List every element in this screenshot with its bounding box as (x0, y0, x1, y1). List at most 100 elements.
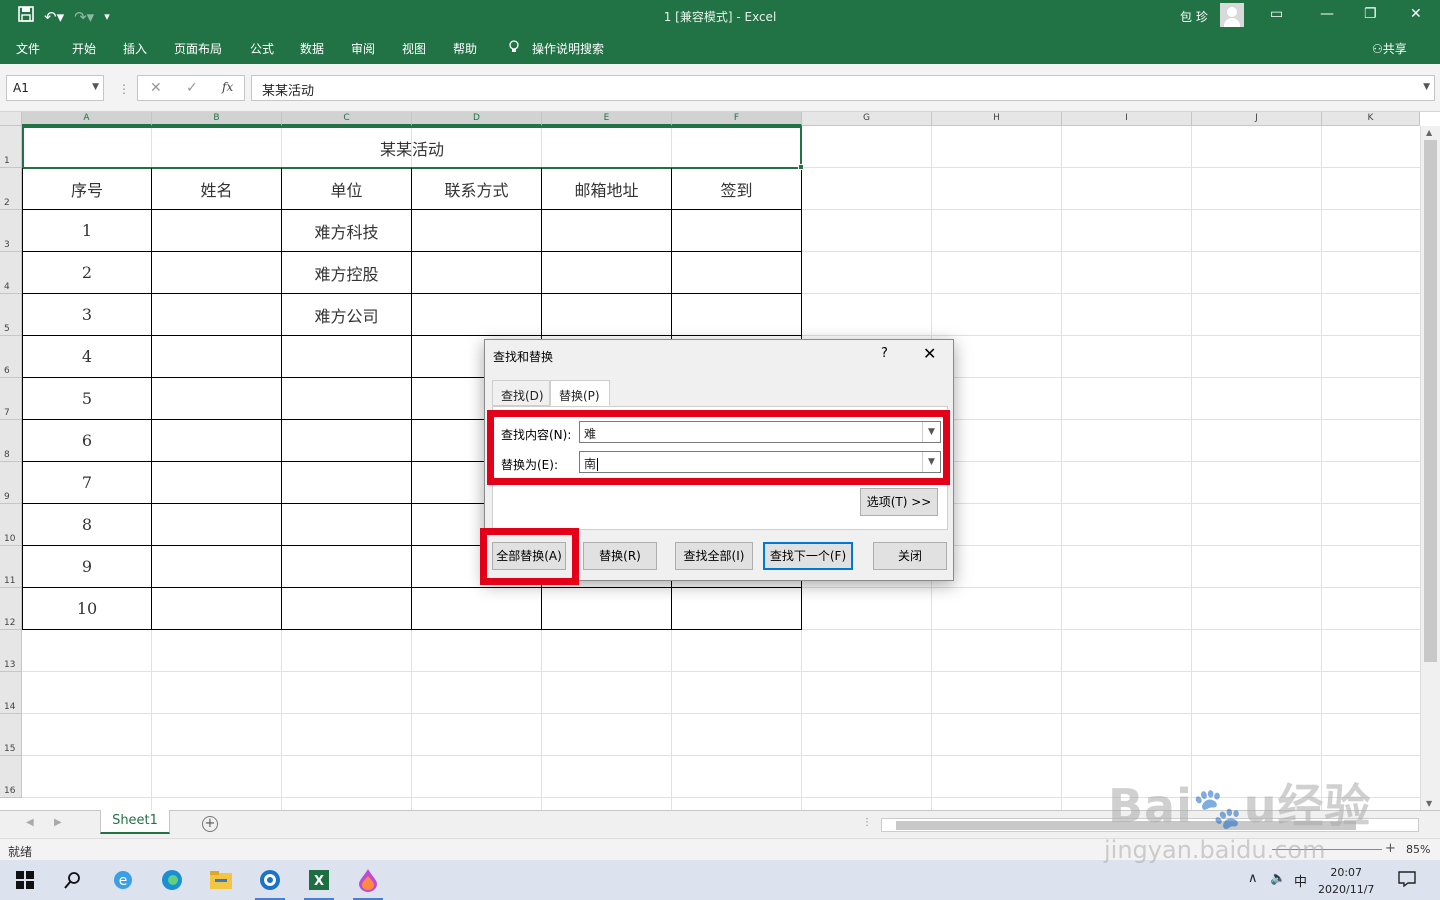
table-cell[interactable] (412, 294, 542, 336)
row-header-6[interactable]: 6 (0, 336, 22, 378)
table-cell[interactable] (282, 462, 412, 504)
table-cell[interactable]: 7 (22, 462, 152, 504)
select-all-corner[interactable] (0, 112, 22, 126)
table-header-cell[interactable]: 单位 (282, 168, 412, 210)
table-header-cell[interactable]: 邮箱地址 (542, 168, 672, 210)
zoom-level[interactable]: 85% (1406, 843, 1430, 856)
name-box[interactable]: A1 ▼ (6, 75, 104, 101)
table-cell[interactable] (152, 588, 282, 630)
vertical-scrollbar[interactable]: ▲ ▼ (1420, 126, 1440, 810)
row-header-15[interactable]: 15 (0, 714, 22, 756)
menu-review[interactable]: 审阅 (351, 40, 375, 57)
file-explorer-icon[interactable] (206, 866, 236, 894)
table-header-cell[interactable]: 联系方式 (412, 168, 542, 210)
replace-button[interactable]: 替换(R) (583, 542, 657, 570)
row-header-4[interactable]: 4 (0, 252, 22, 294)
row-header-9[interactable]: 9 (0, 462, 22, 504)
column-header-a[interactable]: A (22, 112, 152, 126)
table-cell[interactable] (412, 210, 542, 252)
find-all-button[interactable]: 查找全部(I) (675, 542, 753, 570)
replace-all-button[interactable]: 全部替换(A) (492, 542, 566, 570)
menu-insert[interactable]: 插入 (123, 40, 147, 57)
replace-with-input[interactable]: 南 ▼ (579, 451, 941, 473)
column-header-e[interactable]: E (542, 112, 672, 126)
row-header-14[interactable]: 14 (0, 672, 22, 714)
table-cell[interactable] (672, 588, 802, 630)
paint-app-icon[interactable] (353, 866, 383, 900)
scroll-up-icon[interactable]: ▲ (1426, 128, 1432, 137)
find-next-button[interactable]: 查找下一个(F) (763, 542, 853, 570)
search-icon[interactable] (58, 866, 88, 894)
chevron-down-icon[interactable]: ▼ (922, 422, 940, 442)
table-cell[interactable]: 9 (22, 546, 152, 588)
notifications-icon[interactable] (1398, 871, 1416, 891)
excel-app-icon[interactable]: X (304, 866, 334, 900)
column-header-h[interactable]: H (932, 112, 1062, 126)
table-cell[interactable] (152, 336, 282, 378)
column-header-d[interactable]: D (412, 112, 542, 126)
zoom-in-icon[interactable]: + (1385, 841, 1396, 856)
table-cell[interactable] (542, 252, 672, 294)
table-cell[interactable]: 1 (22, 210, 152, 252)
drag-handle-icon[interactable]: ⋮ (118, 82, 130, 96)
chevron-up-icon[interactable]: ∧ (1248, 871, 1258, 886)
column-header-f[interactable]: F (672, 112, 802, 126)
table-cell[interactable] (152, 252, 282, 294)
column-header-k[interactable]: K (1322, 112, 1420, 126)
edge-browser-icon[interactable] (157, 866, 187, 894)
help-icon[interactable]: ? (881, 346, 888, 361)
cancel-icon[interactable]: ✕ (150, 80, 162, 96)
row-header-5[interactable]: 5 (0, 294, 22, 336)
scroll-down-icon[interactable]: ▼ (1426, 799, 1432, 808)
volume-icon[interactable]: 🔈 (1270, 871, 1286, 886)
vertical-scroll-thumb[interactable] (1424, 140, 1437, 662)
avatar[interactable] (1220, 3, 1244, 27)
menu-file[interactable]: 文件 (16, 40, 40, 57)
options-button[interactable]: 选项(T) >> (860, 488, 938, 516)
menu-formulas[interactable]: 公式 (250, 40, 274, 57)
table-cell[interactable] (152, 504, 282, 546)
row-header-10[interactable]: 10 (0, 504, 22, 546)
menu-data[interactable]: 数据 (300, 40, 324, 57)
minimize-icon[interactable]: — (1320, 6, 1334, 22)
row-header-11[interactable]: 11 (0, 546, 22, 588)
row-header-3[interactable]: 3 (0, 210, 22, 252)
row-header-7[interactable]: 7 (0, 378, 22, 420)
table-cell[interactable] (282, 504, 412, 546)
system-clock[interactable]: 20:07 2020/11/7 (1318, 864, 1374, 898)
user-name[interactable]: 包 珍 (1180, 8, 1208, 25)
row-header-2[interactable]: 2 (0, 168, 22, 210)
ribbon-display-options-icon[interactable]: ▭ (1270, 6, 1283, 22)
row-header-13[interactable]: 13 (0, 630, 22, 672)
fill-handle[interactable] (798, 164, 804, 170)
cell-a1-title[interactable]: 某某活动 (22, 126, 802, 169)
column-header-j[interactable]: J (1192, 112, 1322, 126)
share-button[interactable]: ⚇共享 (1372, 40, 1407, 57)
table-cell[interactable] (412, 252, 542, 294)
ime-indicator[interactable]: 中 (1294, 871, 1307, 890)
table-cell[interactable] (282, 420, 412, 462)
row-header-1[interactable]: 1 (0, 126, 22, 168)
sheet-tab-sheet1[interactable]: Sheet1 (100, 810, 170, 834)
prev-sheet-icon[interactable]: ◀ (26, 817, 34, 828)
table-cell[interactable] (152, 294, 282, 336)
table-cell[interactable] (412, 588, 542, 630)
table-cell[interactable]: 6 (22, 420, 152, 462)
close-button[interactable]: 关闭 (873, 542, 947, 570)
table-cell[interactable] (672, 294, 802, 336)
row-header-16[interactable]: 16 (0, 756, 22, 798)
table-cell[interactable]: 难方公司 (282, 294, 412, 336)
chevron-down-icon[interactable]: ▼ (92, 82, 99, 92)
tab-replace[interactable]: 替换(P) (550, 380, 610, 406)
restore-icon[interactable]: ❐ (1364, 6, 1377, 22)
table-cell[interactable]: 5 (22, 378, 152, 420)
menu-home[interactable]: 开始 (72, 40, 96, 57)
column-header-b[interactable]: B (152, 112, 282, 126)
menu-view[interactable]: 视图 (402, 40, 426, 57)
expand-formula-icon[interactable]: ▼ (1423, 82, 1430, 92)
windows-start-icon[interactable] (10, 866, 40, 894)
table-cell[interactable]: 难方科技 (282, 210, 412, 252)
next-sheet-icon[interactable]: ▶ (54, 817, 62, 828)
close-window-icon[interactable]: ✕ (1410, 6, 1422, 22)
table-header-cell[interactable]: 姓名 (152, 168, 282, 210)
